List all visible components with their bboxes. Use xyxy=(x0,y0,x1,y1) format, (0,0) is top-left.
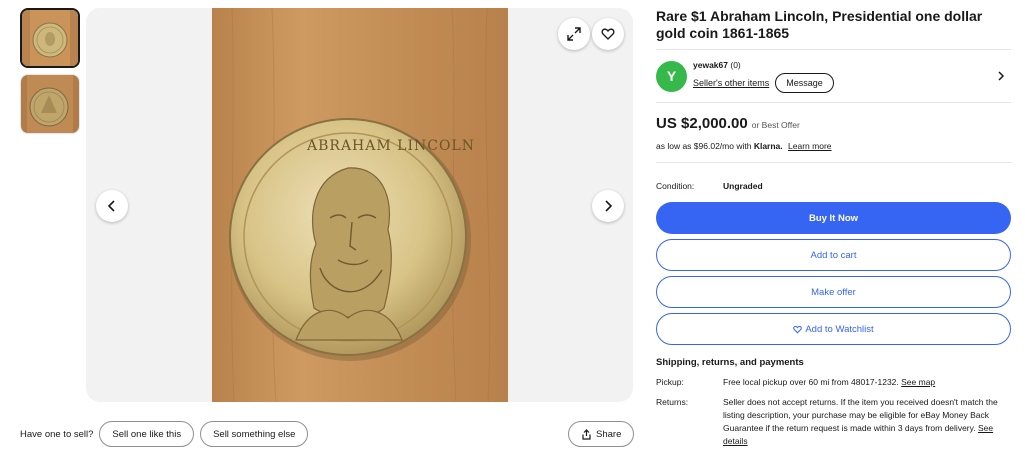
price-row: US $2,000.00 or Best Offer xyxy=(656,115,1012,132)
heart-icon xyxy=(793,325,803,333)
sell-something-else-button[interactable]: Sell something else xyxy=(200,421,309,447)
coin-legend-top: ABRAHAM LINCOLN xyxy=(306,138,475,154)
listing-title: Rare $1 Abraham Lincoln, Presidential on… xyxy=(656,8,983,41)
returns-label: Returns: xyxy=(656,397,689,407)
see-map-link[interactable]: See map xyxy=(901,377,935,387)
shipping-heading: Shipping, returns, and payments xyxy=(656,357,804,368)
klarna-financing: as low as $96.02/mo with Klarna. Learn m… xyxy=(656,141,1012,151)
sell-one-like-this-button[interactable]: Sell one like this xyxy=(99,421,195,447)
message-seller-button[interactable]: Message xyxy=(775,72,834,93)
condition-value: Ungraded xyxy=(723,180,763,191)
add-to-cart-button[interactable]: Add to cart xyxy=(656,239,1011,271)
klarna-prefix: as low as $96.02/mo with xyxy=(656,141,752,151)
seller-name-line: yewak67 (0) xyxy=(693,60,834,70)
klarna-brand: Klarna. xyxy=(753,141,783,151)
share-icon xyxy=(582,428,591,440)
buy-it-now-button[interactable]: Buy It Now xyxy=(656,202,1011,234)
seller-avatar: Y xyxy=(656,60,687,92)
chevron-right-icon[interactable] xyxy=(996,71,1006,81)
heart-icon xyxy=(601,28,615,40)
price-amount: US $2,000.00 xyxy=(656,115,748,132)
expand-icon xyxy=(567,27,581,41)
learn-more-link[interactable]: Learn more xyxy=(788,141,831,151)
watchlist-label: Add to Watchlist xyxy=(805,323,874,335)
chevron-left-icon xyxy=(107,200,115,212)
seller-divider xyxy=(656,102,1011,103)
seller-other-items-link[interactable]: Seller's other items xyxy=(693,78,769,88)
condition-label: Condition: xyxy=(656,180,695,191)
coin-front-thumbnail-image xyxy=(22,10,78,66)
coin-main-image[interactable]: ABRAHAM LINCOLN xyxy=(212,8,508,402)
chevron-right-icon xyxy=(605,200,613,212)
next-image-button[interactable] xyxy=(592,190,624,222)
returns-value: Seller does not accept returns. If the i… xyxy=(723,396,1003,448)
share-button[interactable]: Share xyxy=(568,421,635,447)
condition-row: Condition: Ungraded xyxy=(656,177,1012,194)
thumbnail-coin-back[interactable] xyxy=(20,74,80,134)
share-label: Share xyxy=(596,428,622,440)
returns-row: Returns: Seller does not accept returns.… xyxy=(656,396,1012,448)
seller-links: Seller's other items Message xyxy=(693,72,834,93)
expand-button[interactable] xyxy=(558,18,590,50)
thumbnail-coin-front[interactable] xyxy=(20,8,80,68)
pickup-label: Pickup: xyxy=(656,377,684,387)
add-to-watchlist-button[interactable]: Add to Watchlist xyxy=(656,313,1011,345)
make-offer-button[interactable]: Make offer xyxy=(656,276,1011,308)
image-gallery: ABRAHAM LINCOLN xyxy=(86,8,633,402)
previous-image-button[interactable] xyxy=(96,190,128,222)
coin-back-thumbnail-image xyxy=(21,75,79,133)
pickup-row: Pickup: Free local pickup over 60 mi fro… xyxy=(656,376,1012,389)
returns-text: Seller does not accept returns. If the i… xyxy=(723,397,998,433)
seller-username[interactable]: yewak67 xyxy=(693,60,728,70)
seller-card[interactable]: Y yewak67 (0) Seller's other items Messa… xyxy=(656,50,1012,102)
price-divider xyxy=(656,162,1011,163)
seller-feedback: (0) xyxy=(730,59,741,70)
watch-heart-button[interactable] xyxy=(592,18,624,50)
listing-details: Rare $1 Abraham Lincoln, Presidential on… xyxy=(656,8,1012,448)
pickup-text: Free local pickup over 60 mi from 48017-… xyxy=(723,377,899,387)
sell-prompt: Have one to sell? xyxy=(20,428,94,440)
thumbnail-strip xyxy=(20,8,82,140)
best-offer-label: or Best Offer xyxy=(751,120,800,130)
sell-prompt-row: Have one to sell? Sell one like this Sel… xyxy=(20,421,309,447)
pickup-value: Free local pickup over 60 mi from 48017-… xyxy=(723,376,1003,389)
seller-info: yewak67 (0) Seller's other items Message xyxy=(693,60,834,93)
